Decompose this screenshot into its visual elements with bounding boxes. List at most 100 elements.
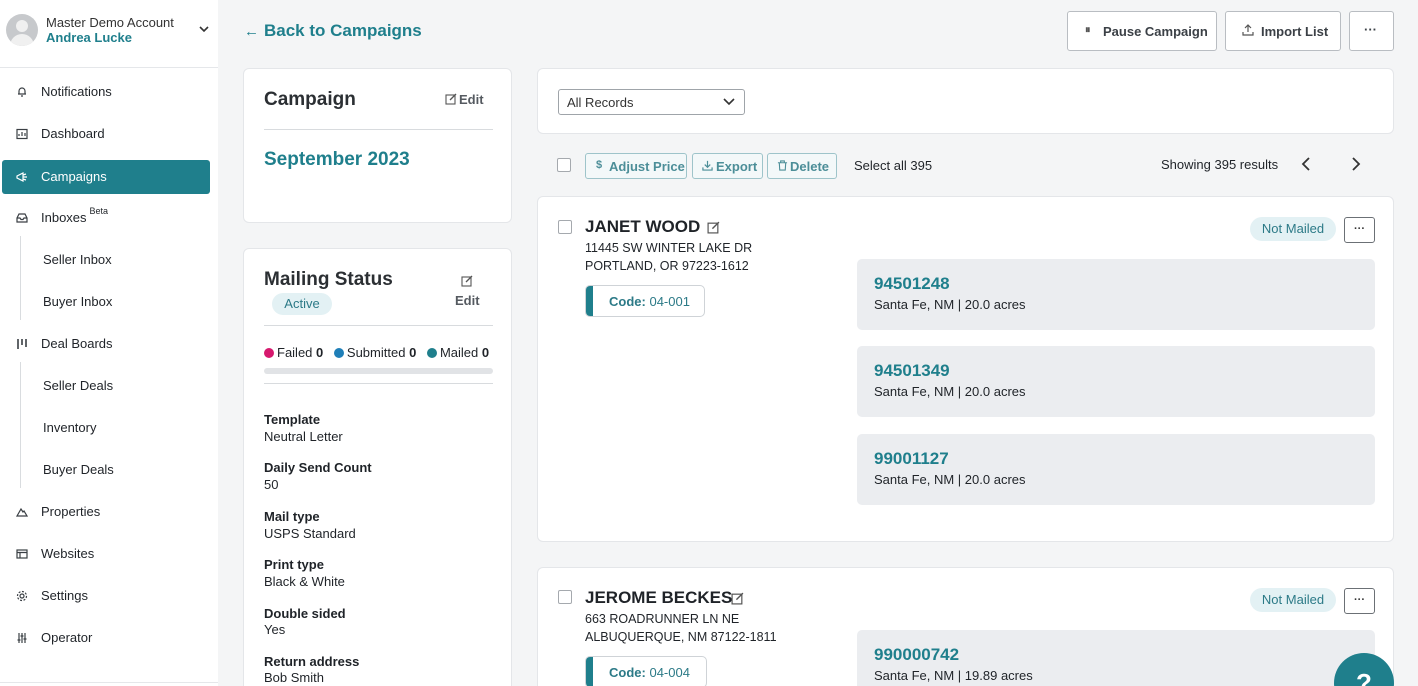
template-value: Neutral Letter: [264, 429, 343, 444]
sidebar-item-label: Settings: [41, 588, 88, 603]
sidebar-item-campaigns[interactable]: Campaigns: [2, 160, 210, 194]
browser-icon: [16, 549, 28, 559]
sidebar-item-label: Operator: [41, 630, 93, 645]
results-count: Showing 395 results: [1161, 157, 1279, 172]
sidebar-item-seller-inbox[interactable]: Seller Inbox: [2, 243, 210, 277]
select-all-checkbox[interactable]: [557, 158, 571, 172]
pause-campaign-label: Pause Campaign: [1103, 24, 1208, 39]
mail-type-value: USPS Standard: [264, 526, 356, 541]
parcel-id[interactable]: 94501248: [874, 274, 950, 294]
double-sided-value: Yes: [264, 622, 286, 637]
export-button[interactable]: Export: [692, 153, 763, 179]
double-sided-label: Double sided: [264, 606, 346, 621]
parcel-info: Santa Fe, NM | 20.0 acres: [874, 472, 1026, 487]
mailed-count: 0: [481, 345, 490, 360]
avatar: [6, 14, 38, 46]
parcel-card[interactable]: 990000742 Santa Fe, NM | 19.89 acres: [857, 630, 1375, 686]
sidebar-item-buyer-deals[interactable]: Buyer Deals: [2, 453, 210, 487]
parcel-id[interactable]: 99001127: [874, 449, 949, 469]
sidebar-item-label: Websites: [41, 546, 95, 561]
trash-icon: [777, 160, 788, 171]
parcel-card[interactable]: 94501248 Santa Fe, NM | 20.0 acres: [857, 259, 1375, 330]
sidebar-item-label: Inboxes: [41, 210, 87, 225]
more-icon: ···: [1364, 22, 1377, 37]
parcel-card[interactable]: 99001127 Santa Fe, NM | 20.0 acres: [857, 434, 1375, 505]
sidebar-item-deal-boards[interactable]: Deal Boards: [2, 327, 210, 361]
chevron-left-icon[interactable]: [1299, 155, 1315, 173]
import-list-label: Import List: [1261, 24, 1329, 39]
sidebar-item-notifications[interactable]: Notifications: [2, 75, 210, 109]
delete-button[interactable]: Delete: [767, 153, 837, 179]
sidebar-item-label: Properties: [41, 504, 101, 519]
select-all-link[interactable]: Select all 395: [854, 158, 932, 173]
daily-send-count-value: 50: [264, 477, 279, 492]
mailing-edit-button[interactable]: Edit: [455, 275, 480, 308]
sidebar-item-label: Campaigns: [41, 169, 107, 184]
sidebar-item-seller-deals[interactable]: Seller Deals: [2, 369, 210, 403]
sidebar-item-label: Dashboard: [41, 126, 105, 141]
campaign-name: September 2023: [264, 149, 410, 170]
sidebar-item-properties[interactable]: Properties: [2, 495, 210, 529]
sidebar-divider: [0, 682, 218, 683]
parcel-info: Santa Fe, NM | 20.0 acres: [874, 297, 1026, 312]
parcel-id[interactable]: 990000742: [874, 645, 959, 665]
pause-campaign-button[interactable]: ⏸ Pause Campaign: [1067, 11, 1217, 51]
record-checkbox[interactable]: [558, 590, 572, 604]
chevron-down-icon[interactable]: [198, 23, 210, 35]
sidebar-divider: [0, 67, 218, 68]
print-type-value: Black & White: [264, 574, 345, 589]
return-address-label: Return address: [264, 654, 360, 669]
parcel-info: Santa Fe, NM | 19.89 acres: [874, 668, 1033, 683]
sidebar-item-inboxes[interactable]: Inboxes Beta: [2, 201, 210, 235]
record-owner-name: JANET WOOD: [585, 217, 701, 236]
daily-send-count-label: Daily Send Count: [264, 460, 372, 475]
import-list-button[interactable]: Import List: [1225, 11, 1341, 51]
record-address-line2: PORTLAND, OR 97223-1612: [585, 259, 749, 273]
sidebar-item-settings[interactable]: Settings: [2, 579, 210, 613]
sidebar-item-operator[interactable]: Operator: [2, 621, 210, 655]
record-code: Code: 04-001: [585, 285, 705, 317]
sidebar-item-dashboard[interactable]: Dashboard: [2, 117, 210, 151]
failed-count: 0: [316, 345, 324, 360]
parcel-info: Santa Fe, NM | 20.0 acres: [874, 384, 1026, 399]
sidebar-item-inventory[interactable]: Inventory: [2, 411, 210, 445]
record-more-button[interactable]: ···: [1344, 217, 1375, 243]
back-to-campaigns-link[interactable]: ← Back to Campaigns: [244, 21, 422, 41]
template-label: Template: [264, 412, 321, 427]
sidebar-item-buyer-inbox[interactable]: Buyer Inbox: [2, 285, 210, 319]
failed-label: Failed: [277, 345, 313, 360]
gear-icon: [16, 590, 28, 602]
inbox-icon: [16, 213, 28, 223]
records-filter-value: All Records: [567, 95, 634, 110]
record-address-line2: ALBUQUERQUE, NM 87122-1811: [585, 630, 777, 644]
account-switcher[interactable]: Master Demo Account Andrea Lucke: [6, 14, 212, 48]
mail-status-badge: Not Mailed: [1250, 588, 1336, 612]
status-badge: Active: [272, 293, 332, 315]
record-checkbox[interactable]: [558, 220, 572, 234]
sidebar: Master Demo Account Andrea Lucke Notific…: [0, 0, 218, 686]
chevron-right-icon[interactable]: [1347, 155, 1363, 173]
record-card: JANET WOOD 11445 SW WINTER LAKE DR PORTL…: [537, 196, 1394, 542]
print-type-label: Print type: [264, 557, 324, 572]
more-options-button[interactable]: ···: [1349, 11, 1394, 51]
divider: [264, 383, 493, 384]
back-label: Back to Campaigns: [264, 21, 422, 40]
account-user: Andrea Lucke: [46, 30, 132, 45]
sidebar-item-label: Inventory: [43, 420, 97, 435]
mail-status-badge: Not Mailed: [1250, 217, 1336, 241]
record-more-button[interactable]: ···: [1344, 588, 1375, 614]
code-label: Code:: [609, 294, 646, 309]
adjust-price-button[interactable]: $ Adjust Price: [585, 153, 687, 179]
mailing-progress-bar: [264, 368, 493, 374]
parcel-id[interactable]: 94501349: [874, 361, 950, 381]
campaign-edit-button[interactable]: Edit: [445, 92, 484, 107]
records-filter-select[interactable]: All Records: [558, 89, 745, 115]
export-label: Export: [716, 159, 758, 174]
edit-icon[interactable]: [731, 592, 744, 605]
record-card: JEROME BECKES 663 ROADRUNNER LN NE ALBUQ…: [537, 567, 1394, 686]
sidebar-item-label: Seller Inbox: [43, 252, 112, 267]
parcel-card[interactable]: 94501349 Santa Fe, NM | 20.0 acres: [857, 346, 1375, 417]
edit-icon[interactable]: [707, 221, 720, 234]
submitted-dot: [333, 348, 344, 358]
sidebar-item-websites[interactable]: Websites: [2, 537, 210, 571]
